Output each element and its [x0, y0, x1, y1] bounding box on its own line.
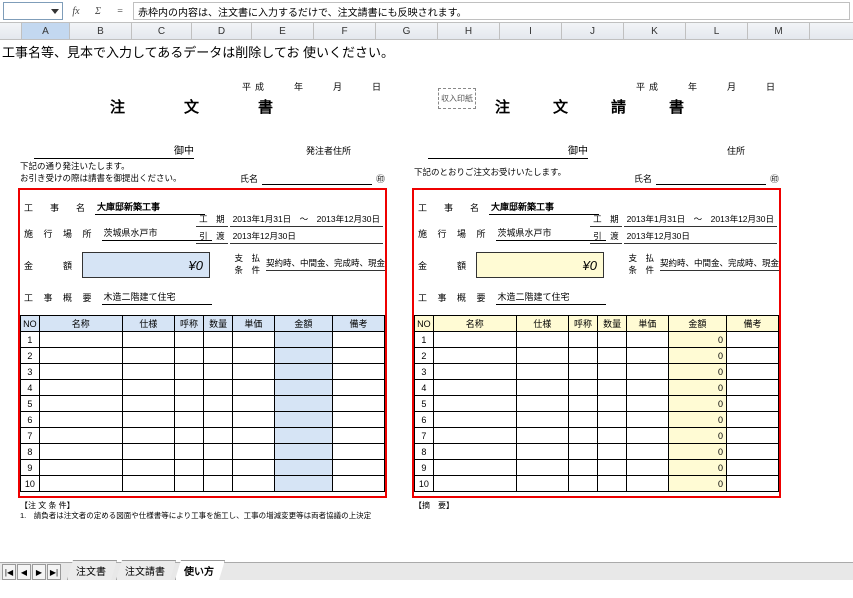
tab-nav-first[interactable]: |◀ — [2, 564, 16, 580]
table-row: 3 — [21, 364, 385, 380]
formula-input[interactable]: 赤枠内の内容は、注文書に入力するだけで、注文請書にも反映されます。 — [133, 2, 850, 20]
address-label: 住所 — [727, 144, 745, 157]
formula-text: 赤枠内の内容は、注文書に入力するだけで、注文請書にも反映されます。 — [138, 4, 467, 19]
name-box[interactable] — [3, 2, 63, 20]
table-row: 5 — [21, 396, 385, 412]
receipt-document: 平成 年 月 日 収入印紙 注 文 請 書 御中 住所 下記のとおりご注文お受け… — [408, 60, 785, 540]
grid-header-row: NO名称 仕様呼称 数量単価 金額備考 — [415, 316, 779, 332]
col-H[interactable]: H — [438, 23, 500, 39]
table-row: 40 — [415, 380, 779, 396]
grid-header-row: NO名称 仕様呼称 数量単価 金額備考 — [21, 316, 385, 332]
table-row: 9 — [21, 460, 385, 476]
gaiyo-row: 工 事 概 要 木造二階建て住宅 — [24, 290, 212, 305]
col-B[interactable]: B — [70, 23, 132, 39]
note-2: お引き受けの際は請書を御提出ください。 — [20, 172, 182, 184]
sigma-icon[interactable]: Σ — [89, 2, 107, 20]
table-row: 20 — [415, 348, 779, 364]
tab-nav-next[interactable]: ▶ — [32, 564, 46, 580]
equals-icon[interactable]: = — [111, 2, 129, 20]
table-row: 2 — [21, 348, 385, 364]
tab-howto[interactable]: 使い方 — [175, 560, 225, 580]
address-label: 発注者住所 — [306, 144, 351, 157]
col-A[interactable]: A — [22, 23, 70, 39]
col-I[interactable]: I — [500, 23, 562, 39]
table-row: 8 — [21, 444, 385, 460]
table-row: 10 — [21, 476, 385, 492]
kouji-row: 工 事 名 大庫邸新築工事 — [24, 200, 205, 215]
table-row: 100 — [415, 476, 779, 492]
col-D[interactable]: D — [192, 23, 252, 39]
col-C[interactable]: C — [132, 23, 192, 39]
date-line: 平成 年 月 日 — [242, 80, 385, 93]
basho-row: 施 行 場 所 茨城県水戸市 — [24, 226, 212, 241]
table-row: 4 — [21, 380, 385, 396]
tab-receipt[interactable]: 注文請書 — [116, 560, 176, 580]
kouki-block: 工 期2013年1月31日 ～ 2013年12月30日 引 渡2013年12月3… — [588, 208, 779, 246]
column-headers: A B C D E F G H I J K L M — [0, 23, 853, 40]
worksheet[interactable]: 工事名等、見本で入力してあるデータは削除してお 使いください。 平成 年 月 日… — [0, 40, 853, 580]
gaiyo-row: 工 事 概 要 木造二階建て住宅 — [418, 290, 606, 305]
table-row: 80 — [415, 444, 779, 460]
onchu-line: 御中 — [34, 142, 194, 159]
formula-bar: fx Σ = 赤枠内の内容は、注文書に入力するだけで、注文請書にも反映されます。 — [0, 0, 853, 23]
footer-box: 【摘 要】 — [414, 500, 454, 511]
tab-nav-last[interactable]: ▶| — [47, 564, 61, 580]
basho-row: 施 行 場 所 茨城県水戸市 — [418, 226, 606, 241]
table-row: 90 — [415, 460, 779, 476]
doc-title: 注 文 請 書 — [408, 96, 785, 117]
note-1: 下記の通り発注いたします。 — [20, 160, 130, 172]
shiharai-row: 支 払 条 件 契約時、中間金、完成時、現金 — [234, 252, 385, 276]
col-E[interactable]: E — [252, 23, 314, 39]
col-F[interactable]: F — [314, 23, 376, 39]
sheet-tabs: |◀ ◀ ▶ ▶| 注文書 注文請書 使い方 — [0, 562, 853, 580]
col-G[interactable]: G — [376, 23, 438, 39]
col-L[interactable]: L — [686, 23, 748, 39]
tab-nav-prev[interactable]: ◀ — [17, 564, 31, 580]
fx-icon[interactable]: fx — [67, 2, 85, 20]
table-row: 6 — [21, 412, 385, 428]
kingaku-row: 金 額 ¥0 — [418, 252, 604, 278]
note-cell: 工事名等、見本で入力してあるデータは削除してお 使いください。 — [2, 42, 394, 61]
detail-grid: NO名称 仕様呼称 数量単価 金額備考 12345678910 — [20, 315, 385, 492]
shiharai-row: 支 払 条 件 契約時、中間金、完成時、現金 — [628, 252, 779, 276]
table-row: 1 — [21, 332, 385, 348]
table-row: 60 — [415, 412, 779, 428]
doc-title: 注 文 書 — [14, 96, 391, 117]
order-document: 平成 年 月 日 注 文 書 御中 発注者住所 下記の通り発注いたします。 お引… — [14, 60, 391, 540]
note-1: 下記のとおりご注文お受けいたします。 — [414, 166, 566, 178]
name-field: 氏名㊞ — [240, 172, 385, 185]
footer-text: 1. 請負者は注文者の定める図面や仕様書等により工事を施工し、工事の増減変更等は… — [20, 510, 380, 521]
onchu-line: 御中 — [428, 142, 588, 159]
amount-box: ¥0 — [82, 252, 210, 278]
table-row: 50 — [415, 396, 779, 412]
date-line: 平成 年 月 日 — [636, 80, 779, 93]
name-field: 氏名㊞ — [634, 172, 779, 185]
table-row: 7 — [21, 428, 385, 444]
detail-grid: NO名称 仕様呼称 数量単価 金額備考 10203040506070809010… — [414, 315, 779, 492]
kouki-block: 工 期2013年1月31日 ～ 2013年12月30日 引 渡2013年12月3… — [194, 208, 385, 246]
amount-box: ¥0 — [476, 252, 604, 278]
table-row: 10 — [415, 332, 779, 348]
table-row: 70 — [415, 428, 779, 444]
kouji-row: 工 事 名 大庫邸新築工事 — [418, 200, 599, 215]
chevron-down-icon — [51, 9, 59, 14]
tab-order[interactable]: 注文書 — [67, 560, 117, 580]
kingaku-row: 金 額 ¥0 — [24, 252, 210, 278]
col-M[interactable]: M — [748, 23, 810, 39]
table-row: 30 — [415, 364, 779, 380]
col-K[interactable]: K — [624, 23, 686, 39]
col-J[interactable]: J — [562, 23, 624, 39]
